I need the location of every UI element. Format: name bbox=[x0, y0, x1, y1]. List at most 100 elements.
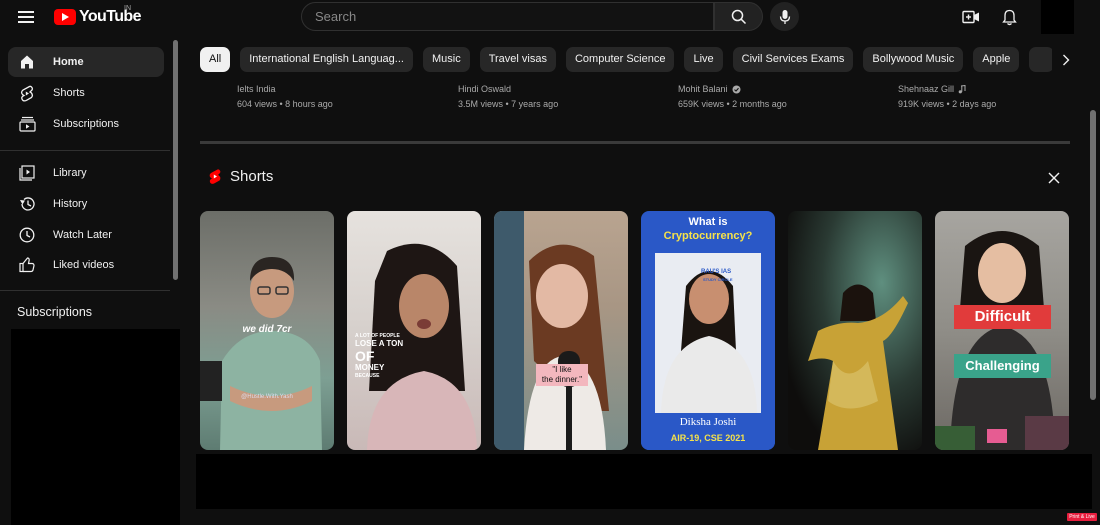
chip-apple[interactable]: Apple bbox=[973, 47, 1020, 72]
home-icon bbox=[18, 53, 36, 71]
video-stats: 919K views • 2 days ago bbox=[898, 99, 997, 109]
thumbnail-figure bbox=[808, 284, 908, 450]
create-button[interactable] bbox=[961, 7, 981, 27]
sidebar-item-label: Library bbox=[53, 167, 87, 179]
short-caption: MONEY bbox=[355, 363, 385, 372]
chip-civil-services[interactable]: Civil Services Exams bbox=[732, 47, 854, 72]
shorts-icon bbox=[18, 84, 36, 102]
chip-all[interactable]: All bbox=[200, 47, 231, 72]
close-icon bbox=[1048, 172, 1060, 184]
youtube-play-icon bbox=[54, 9, 76, 25]
channel-name[interactable]: Mohit Balani bbox=[678, 84, 728, 94]
short-caption: "I like the dinner." bbox=[536, 364, 588, 386]
short-caption: Diksha Joshi bbox=[679, 416, 737, 428]
search-icon bbox=[731, 9, 746, 24]
channel-row: Mohit Balani bbox=[678, 84, 878, 94]
short-handle: @Hustle.With.Yash bbox=[241, 394, 293, 400]
sidebar-item-label: Subscriptions bbox=[53, 118, 120, 130]
short-caption: Challenging bbox=[954, 354, 1051, 378]
short-thumbnail[interactable]: we did 7cr @Hustle.With.Yash bbox=[200, 211, 334, 450]
short-caption: Cryptocurrency? bbox=[663, 230, 753, 242]
subscriptions-icon bbox=[18, 115, 36, 133]
video-stats: 604 views • 8 hours ago bbox=[237, 99, 333, 109]
subscriptions-heading: Subscriptions bbox=[17, 305, 93, 319]
top-bar: YouTube IN bbox=[0, 0, 1100, 34]
sidebar-item-subscriptions[interactable]: Subscriptions bbox=[8, 109, 164, 139]
sidebar-item-home[interactable]: Home bbox=[8, 47, 164, 77]
shorts-dismiss-button[interactable] bbox=[1044, 168, 1064, 188]
logo-text: YouTube bbox=[79, 8, 141, 25]
sidebar-divider bbox=[0, 290, 170, 291]
short-thumbnail[interactable]: "I like the dinner." bbox=[494, 211, 628, 450]
channel-name[interactable]: Shehnaaz Gill bbox=[898, 84, 954, 94]
search-button[interactable] bbox=[714, 2, 763, 31]
notifications-button[interactable] bbox=[999, 7, 1019, 27]
video-stats: 659K views • 2 months ago bbox=[678, 99, 787, 109]
thumbs-up-icon bbox=[18, 256, 36, 274]
microphone-icon bbox=[779, 9, 790, 24]
chip-ielts[interactable]: International English Languag... bbox=[240, 47, 413, 72]
short-caption: BECAUSE bbox=[355, 373, 380, 379]
filter-chips-bar: All International English Languag... Music… bbox=[200, 47, 1070, 72]
avatar[interactable] bbox=[1041, 0, 1074, 34]
short-thumbnail[interactable]: Difficult Challenging bbox=[935, 211, 1069, 450]
sidebar-item-library[interactable]: Library bbox=[8, 158, 164, 188]
sidebar-scrollbar[interactable] bbox=[173, 40, 178, 280]
subscriptions-list-redacted bbox=[11, 329, 180, 525]
short-brand: RAU'S IAS bbox=[701, 269, 732, 275]
thumbnail-figure bbox=[367, 243, 477, 450]
search-input[interactable] bbox=[302, 3, 713, 30]
sidebar-item-shorts[interactable]: Shorts bbox=[8, 78, 164, 108]
short-thumbnail[interactable]: A LOT OF PEOPLE LOSE A TON OF MONEY BECA… bbox=[347, 211, 481, 450]
chip-computer-science[interactable]: Computer Science bbox=[565, 47, 675, 72]
main-scrollbar[interactable] bbox=[1090, 110, 1096, 400]
short-caption: LOSE A TON bbox=[355, 339, 404, 348]
sidebar-divider bbox=[0, 150, 170, 151]
music-note-icon bbox=[958, 84, 966, 93]
chip-more[interactable] bbox=[1029, 47, 1054, 72]
channel-name[interactable]: Ielts India bbox=[237, 84, 437, 94]
chips-next-button[interactable] bbox=[1052, 47, 1080, 72]
chip-travel-visas[interactable]: Travel visas bbox=[479, 47, 556, 72]
redacted-area bbox=[196, 454, 1092, 509]
short-thumbnail[interactable]: What is Cryptocurrency? RAU'S IAS STUDY … bbox=[641, 211, 775, 450]
short-thumbnail[interactable] bbox=[788, 211, 922, 450]
sidebar-item-label: Shorts bbox=[53, 87, 85, 99]
menu-icon[interactable] bbox=[18, 11, 34, 23]
sidebar: Home Shorts Subscriptions Library Histor… bbox=[0, 34, 180, 525]
thumbnail-figure bbox=[641, 253, 775, 450]
shorts-logo-icon bbox=[209, 169, 221, 184]
sidebar-item-liked-videos[interactable]: Liked videos bbox=[8, 250, 164, 280]
sidebar-item-label: History bbox=[53, 198, 88, 210]
chip-live[interactable]: Live bbox=[684, 47, 723, 72]
sidebar-item-watch-later[interactable]: Watch Later bbox=[8, 220, 164, 250]
history-icon bbox=[18, 195, 36, 213]
print-live-watermark: Print & Live bbox=[1067, 513, 1097, 521]
shorts-title: Shorts bbox=[230, 168, 274, 185]
bell-icon bbox=[1001, 9, 1017, 25]
chip-music[interactable]: Music bbox=[422, 47, 470, 72]
create-video-icon bbox=[962, 10, 979, 24]
short-caption: Difficult bbox=[954, 305, 1051, 329]
video-meta[interactable]: Mohit Balani 659K views • 2 months ago bbox=[678, 84, 878, 109]
video-stats: 3.5M views • 7 years ago bbox=[458, 99, 559, 109]
library-icon bbox=[18, 164, 36, 182]
region-code: IN bbox=[124, 5, 131, 12]
channel-row: Shehnaaz Gill bbox=[898, 84, 1098, 94]
video-meta[interactable]: Ielts India 604 views • 8 hours ago bbox=[237, 84, 437, 109]
video-meta[interactable]: Shehnaaz Gill 919K views • 2 days ago bbox=[898, 84, 1098, 109]
sidebar-item-history[interactable]: History bbox=[8, 189, 164, 219]
voice-search-button[interactable] bbox=[770, 2, 799, 31]
section-divider bbox=[200, 141, 1070, 144]
short-brand: STUDY CIRCLE bbox=[703, 277, 733, 282]
video-meta[interactable]: Hindi Oswald 3.5M views • 7 years ago bbox=[458, 84, 658, 109]
short-caption: What is bbox=[688, 216, 728, 228]
verified-icon bbox=[732, 85, 741, 93]
short-caption: OF bbox=[355, 348, 375, 364]
youtube-logo[interactable]: YouTube IN bbox=[54, 5, 141, 26]
chip-bollywood-music[interactable]: Bollywood Music bbox=[863, 47, 964, 72]
channel-name[interactable]: Hindi Oswald bbox=[458, 84, 658, 94]
shorts-header: Shorts bbox=[208, 168, 273, 185]
clock-icon bbox=[18, 226, 36, 244]
thumbnail-figure bbox=[935, 231, 1069, 450]
